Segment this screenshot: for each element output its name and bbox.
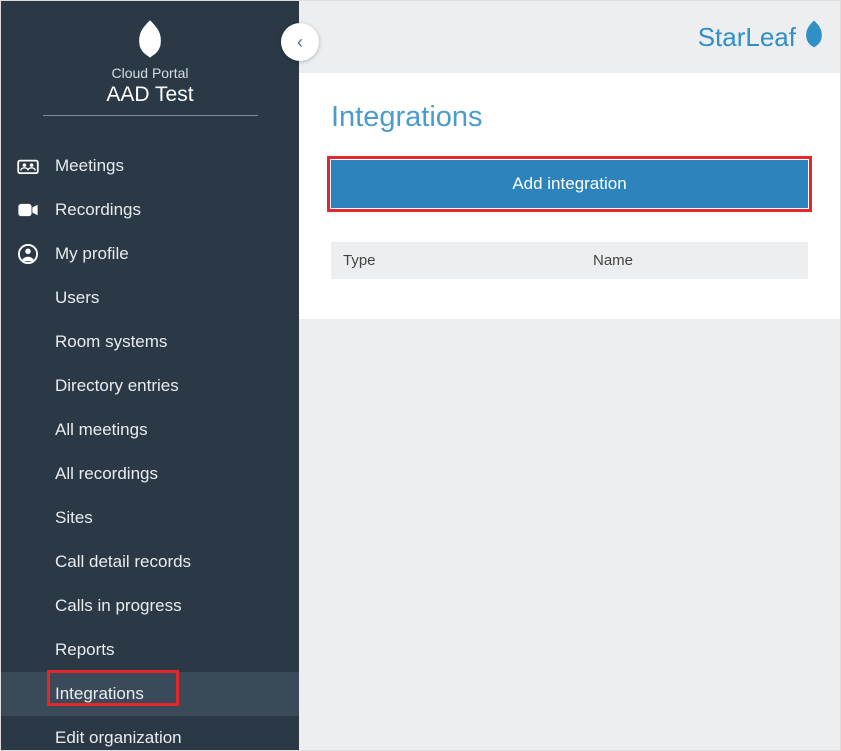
sidebar-item-label: Sites [55,508,279,528]
chevron-left-icon: ‹ [297,32,303,53]
sidebar-header: Cloud Portal AAD Test [1,1,299,126]
recordings-icon [15,200,41,220]
add-button-wrap: Add integration [331,160,808,208]
column-header-type: Type [343,252,593,269]
sidebar-item-all-recordings[interactable]: All recordings [1,452,299,496]
collapse-sidebar-button[interactable]: ‹ [281,23,319,61]
sidebar-item-label: Directory entries [55,376,279,396]
sidebar-nav: Meetings Recordings My profile Users [1,144,299,750]
content-card: Integrations Add integration Type Name [299,73,840,319]
column-header-name: Name [593,252,796,269]
table-header: Type Name [331,242,808,279]
sidebar-item-calls-in-progress[interactable]: Calls in progress [1,584,299,628]
sidebar-item-my-profile[interactable]: My profile [1,232,299,276]
portal-label: Cloud Portal [21,65,279,81]
page-title: Integrations [331,101,808,134]
sidebar-item-label: Recordings [55,200,279,220]
sidebar-item-label: My profile [55,244,279,264]
leaf-logo-icon [134,19,166,59]
sidebar: Cloud Portal AAD Test Meetings Recording… [1,1,299,750]
sidebar-item-reports[interactable]: Reports [1,628,299,672]
app-root: Cloud Portal AAD Test Meetings Recording… [0,0,841,751]
org-name: AAD Test [21,83,279,115]
sidebar-item-label: Reports [55,640,279,660]
sidebar-item-sites[interactable]: Sites [1,496,299,540]
topbar: StarLeaf [299,1,840,73]
sidebar-item-meetings[interactable]: Meetings [1,144,299,188]
sidebar-item-label: Edit organization [55,728,279,748]
sidebar-item-label: All recordings [55,464,279,484]
sidebar-item-all-meetings[interactable]: All meetings [1,408,299,452]
sidebar-item-label: Integrations [55,684,279,704]
sidebar-item-directory-entries[interactable]: Directory entries [1,364,299,408]
leaf-icon [800,19,828,56]
sidebar-item-label: Meetings [55,156,279,176]
sidebar-item-integrations[interactable]: Integrations [1,672,299,716]
add-integration-button[interactable]: Add integration [331,160,808,208]
sidebar-item-label: Room systems [55,332,279,352]
org-underline [43,115,258,116]
sidebar-item-edit-organization[interactable]: Edit organization [1,716,299,750]
sidebar-item-room-systems[interactable]: Room systems [1,320,299,364]
sidebar-item-label: Call detail records [55,552,279,572]
brand-name: StarLeaf [698,22,796,53]
sidebar-item-call-detail-records[interactable]: Call detail records [1,540,299,584]
sidebar-item-label: Users [55,288,279,308]
brand: StarLeaf [698,19,828,56]
meetings-icon [15,156,41,176]
sidebar-item-label: Calls in progress [55,596,279,616]
sidebar-item-users[interactable]: Users [1,276,299,320]
sidebar-item-label: All meetings [55,420,279,440]
profile-icon [15,244,41,264]
sidebar-item-recordings[interactable]: Recordings [1,188,299,232]
main: StarLeaf Integrations Add integration Ty… [299,1,840,750]
